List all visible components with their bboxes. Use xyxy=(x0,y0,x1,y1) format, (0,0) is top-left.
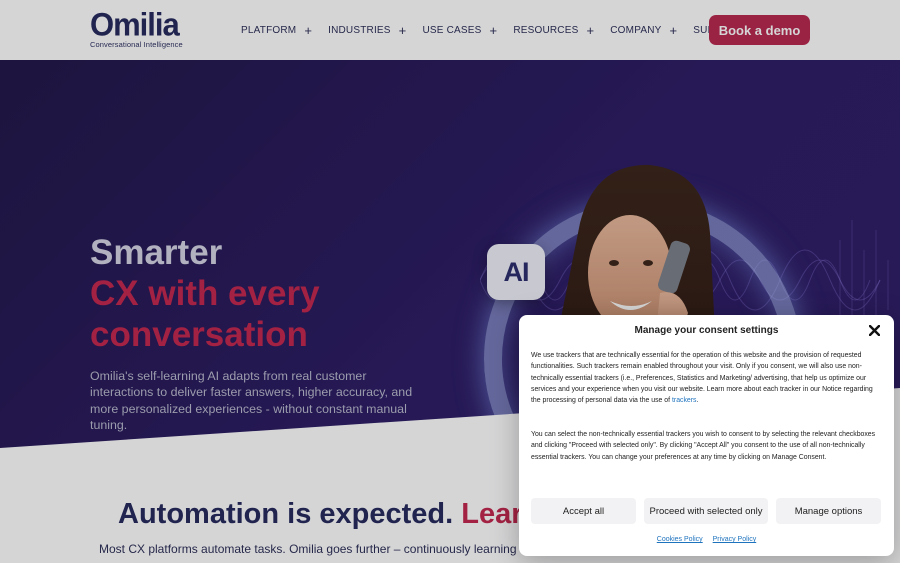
consent-buttons: Accept all Proceed with selected only Ma… xyxy=(531,498,881,524)
manage-options-button[interactable]: Manage options xyxy=(776,498,881,524)
nav-label: RESOURCES xyxy=(513,25,579,36)
nav-item-industries[interactable]: INDUSTRIES + xyxy=(328,22,407,38)
consent-paragraph-2: You can select the non-technically essen… xyxy=(531,431,876,461)
logo-wordmark: Omilia xyxy=(90,6,180,43)
proceed-selected-button[interactable]: Proceed with selected only xyxy=(644,498,768,524)
plus-icon: + xyxy=(669,22,678,38)
section-heading-main: Automation is expected. xyxy=(118,498,454,530)
close-icon[interactable] xyxy=(866,322,882,338)
site-header: Omilia Conversational Intelligence PLATF… xyxy=(0,0,900,60)
consent-paragraph-1-end: . xyxy=(696,397,699,405)
nav-item-company[interactable]: COMPANY + xyxy=(610,22,678,38)
hero-title-line2: CX with every xyxy=(90,274,320,313)
section-text: Most CX platforms automate tasks. Omilia… xyxy=(99,542,544,556)
nav-item-use-cases[interactable]: USE CASES + xyxy=(422,22,498,38)
nav-item-platform[interactable]: PLATFORM + xyxy=(241,22,313,38)
consent-policy-links: Cookies Policy Privacy Policy xyxy=(519,536,894,543)
nav-item-resources[interactable]: RESOURCES + xyxy=(513,22,595,38)
nav-label: COMPANY xyxy=(610,25,662,36)
nav-label: USE CASES xyxy=(422,25,482,36)
ai-badge-icon: AI xyxy=(487,244,545,300)
privacy-policy-link[interactable]: Privacy Policy xyxy=(713,536,757,543)
plus-icon: + xyxy=(586,22,595,38)
section-heading: Automation is expected. Learni xyxy=(118,498,548,531)
consent-dialog: Manage your consent settings We use trac… xyxy=(519,315,894,556)
plus-icon: + xyxy=(398,22,407,38)
omilia-logo[interactable]: Omilia Conversational Intelligence xyxy=(90,6,183,49)
plus-icon: + xyxy=(304,22,313,38)
trackers-link[interactable]: trackers xyxy=(672,397,697,404)
consent-paragraph-1: We use trackers that are technically ess… xyxy=(531,350,883,406)
main-nav: PLATFORM + INDUSTRIES + USE CASES + RESO… xyxy=(241,22,759,38)
hero-title: Smarter CX with every conversation xyxy=(90,232,320,355)
cookies-policy-link[interactable]: Cookies Policy xyxy=(657,536,703,543)
hero-title-line3: conversation xyxy=(90,315,308,354)
nav-label: PLATFORM xyxy=(241,25,297,36)
consent-paragraph-1-text: We use trackers that are technically ess… xyxy=(531,352,873,405)
plus-icon: + xyxy=(489,22,498,38)
consent-title: Manage your consent settings xyxy=(634,325,779,336)
accept-all-button[interactable]: Accept all xyxy=(531,498,636,524)
nav-label: INDUSTRIES xyxy=(328,25,391,36)
hero-title-line1: Smarter xyxy=(90,233,223,272)
book-demo-button[interactable]: Book a demo xyxy=(709,15,810,45)
